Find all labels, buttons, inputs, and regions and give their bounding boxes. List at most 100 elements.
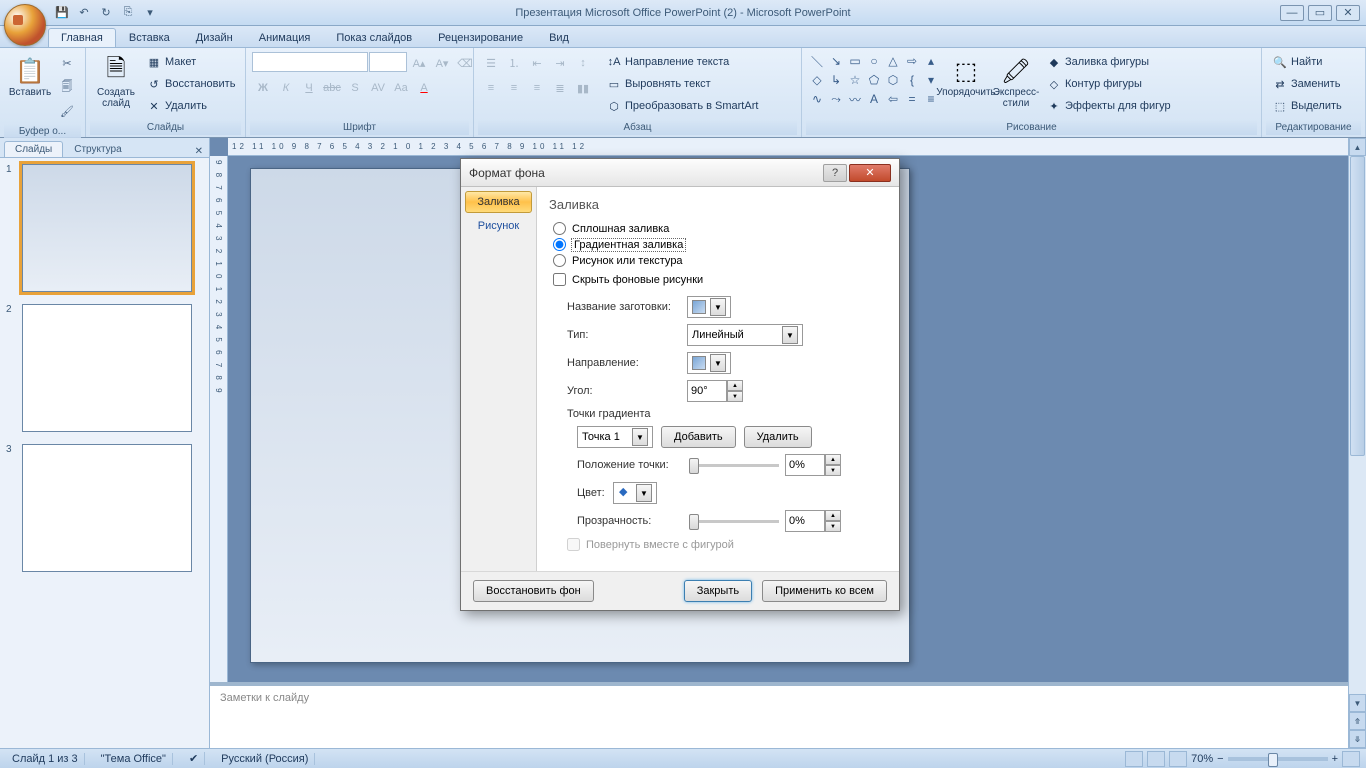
delete-slide-button[interactable]: ✕Удалить <box>142 96 239 116</box>
shape-more-up-icon[interactable]: ▴ <box>922 52 940 70</box>
shape-curve-icon[interactable]: ∿ <box>808 90 826 108</box>
align-text-button[interactable]: ▭Выровнять текст <box>602 74 762 94</box>
shape-arrow-right-icon[interactable]: ⇨ <box>903 52 921 70</box>
shrink-font-icon[interactable]: A▾ <box>431 52 453 74</box>
shape-hexagon-icon[interactable]: ⬡ <box>884 71 902 89</box>
align-left-icon[interactable]: ≡ <box>480 77 502 99</box>
tab-view[interactable]: Вид <box>536 28 582 47</box>
minimize-button[interactable]: — <box>1280 5 1304 21</box>
format-painter-icon[interactable]: 🖌 <box>56 100 78 122</box>
shape-scribble-icon[interactable]: 〰 <box>846 90 864 108</box>
scroll-up-icon[interactable]: ▲ <box>1349 138 1366 156</box>
preset-combo[interactable]: ▼ <box>687 296 731 318</box>
dialog-close-button[interactable]: ✕ <box>849 164 891 182</box>
bold-icon[interactable]: Ж <box>252 77 274 99</box>
shape-outline-button[interactable]: ◇Контур фигуры <box>1042 74 1175 94</box>
sidebar-picture[interactable]: Рисунок <box>465 215 532 237</box>
checkbox-hide-bg[interactable]: Скрыть фоновые рисунки <box>553 273 887 286</box>
spin-down-icon[interactable]: ▼ <box>727 391 743 402</box>
position-slider[interactable] <box>689 464 779 467</box>
chevron-down-icon[interactable]: ▼ <box>782 326 798 344</box>
shape-textbox-icon[interactable]: A <box>865 90 883 108</box>
thumbs-close-icon[interactable]: ✕ <box>195 146 203 157</box>
reset-background-button[interactable]: Восстановить фон <box>473 580 594 602</box>
indent-inc-icon[interactable]: ⇥ <box>549 52 571 74</box>
shape-arrow2-icon[interactable]: ⇦ <box>884 90 902 108</box>
prev-slide-icon[interactable]: ⤊ <box>1349 712 1366 730</box>
position-spinner[interactable]: ▲▼ <box>785 454 841 476</box>
transparency-input[interactable] <box>785 510 825 532</box>
chevron-down-icon[interactable]: ▼ <box>632 428 648 446</box>
radio-picture-fill[interactable]: Рисунок или текстура <box>553 254 887 267</box>
bullets-icon[interactable]: ☰ <box>480 52 502 74</box>
shape-oval-icon[interactable]: ○ <box>865 52 883 70</box>
shape-diamond-icon[interactable]: ◇ <box>808 71 826 89</box>
cut-icon[interactable]: ✂ <box>56 52 78 74</box>
thumbs-tab-slides[interactable]: Слайды <box>4 141 63 157</box>
shape-callout-icon[interactable]: ⬠ <box>865 71 883 89</box>
color-combo[interactable]: ▼ <box>613 482 657 504</box>
tab-animation[interactable]: Анимация <box>246 28 324 47</box>
repeat-icon[interactable]: ⎘ <box>120 5 136 21</box>
view-normal-icon[interactable] <box>1125 751 1143 767</box>
transparency-spinner[interactable]: ▲▼ <box>785 510 841 532</box>
chevron-down-icon[interactable]: ▼ <box>710 298 726 316</box>
thumbnail-3[interactable]: 3 <box>6 444 203 572</box>
next-slide-icon[interactable]: ⤋ <box>1349 730 1366 748</box>
shape-brace-icon[interactable]: { <box>903 71 921 89</box>
shape-effects-button[interactable]: ✦Эффекты для фигур <box>1042 96 1175 116</box>
scroll-down-icon[interactable]: ▼ <box>1349 694 1366 712</box>
thumbs-tab-outline[interactable]: Структура <box>63 141 132 157</box>
shape-fill-button[interactable]: ◆Заливка фигуры <box>1042 52 1175 72</box>
shape-triangle-icon[interactable]: △ <box>884 52 902 70</box>
align-center-icon[interactable]: ≡ <box>503 77 525 99</box>
font-family-combo[interactable] <box>252 52 368 72</box>
position-input[interactable] <box>785 454 825 476</box>
direction-combo[interactable]: ▼ <box>687 352 731 374</box>
justify-icon[interactable]: ≣ <box>549 77 571 99</box>
font-size-combo[interactable] <box>369 52 407 72</box>
transparency-slider[interactable] <box>689 520 779 523</box>
add-stop-button[interactable]: Добавить <box>661 426 736 448</box>
align-right-icon[interactable]: ≡ <box>526 77 548 99</box>
tab-slideshow[interactable]: Показ слайдов <box>323 28 425 47</box>
tab-home[interactable]: Главная <box>48 28 116 47</box>
grow-font-icon[interactable]: A▴ <box>408 52 430 74</box>
font-color-icon[interactable]: A <box>413 77 435 99</box>
char-spacing-icon[interactable]: AV <box>367 77 389 99</box>
copy-icon[interactable]: 🗐 <box>56 76 78 98</box>
spin-up-icon[interactable]: ▲ <box>825 454 841 465</box>
type-combo[interactable]: Линейный▼ <box>687 324 803 346</box>
chevron-down-icon[interactable]: ▼ <box>636 484 652 502</box>
shape-rect-icon[interactable]: ▭ <box>846 52 864 70</box>
shape-star-icon[interactable]: ☆ <box>846 71 864 89</box>
stop-combo[interactable]: Точка 1▼ <box>577 426 653 448</box>
spin-up-icon[interactable]: ▲ <box>825 510 841 521</box>
tab-design[interactable]: Дизайн <box>183 28 246 47</box>
sidebar-fill[interactable]: Заливка <box>465 191 532 213</box>
zoom-slider[interactable] <box>1228 757 1328 761</box>
change-case-icon[interactable]: Aa <box>390 77 412 99</box>
angle-spinner[interactable]: ▲▼ <box>687 380 743 402</box>
notes-pane[interactable]: Заметки к слайду <box>210 682 1348 748</box>
indent-dec-icon[interactable]: ⇤ <box>526 52 548 74</box>
clear-format-icon[interactable]: ⌫ <box>454 52 476 74</box>
maximize-button[interactable]: ▭ <box>1308 5 1332 21</box>
zoom-percent[interactable]: 70% <box>1191 753 1213 765</box>
tab-review[interactable]: Рецензирование <box>425 28 536 47</box>
view-sorter-icon[interactable] <box>1147 751 1165 767</box>
radio-solid-fill[interactable]: Сплошная заливка <box>553 222 887 235</box>
close-dialog-button[interactable]: Закрыть <box>684 580 752 602</box>
apply-all-button[interactable]: Применить ко всем <box>762 580 887 602</box>
close-button[interactable]: ✕ <box>1336 5 1360 21</box>
new-slide-button[interactable]: 🗎 Создать слайд <box>92 52 140 112</box>
dialog-help-button[interactable]: ? <box>823 164 847 182</box>
remove-stop-button[interactable]: Удалить <box>744 426 812 448</box>
spin-up-icon[interactable]: ▲ <box>727 380 743 391</box>
dialog-titlebar[interactable]: Формат фона ? ✕ <box>461 159 899 187</box>
shapes-gallery[interactable]: ＼ ↘ ▭ ○ △ ⇨ ▴ ◇ ↳ ☆ ⬠ ⬡ { ▾ ∿ ⤳ 〰 A ⇦ = <box>808 52 940 108</box>
undo-icon[interactable]: ↶ <box>76 5 92 21</box>
text-direction-button[interactable]: ↕AНаправление текста <box>602 52 762 72</box>
scroll-thumb[interactable] <box>1350 156 1365 456</box>
office-button[interactable] <box>4 4 46 46</box>
